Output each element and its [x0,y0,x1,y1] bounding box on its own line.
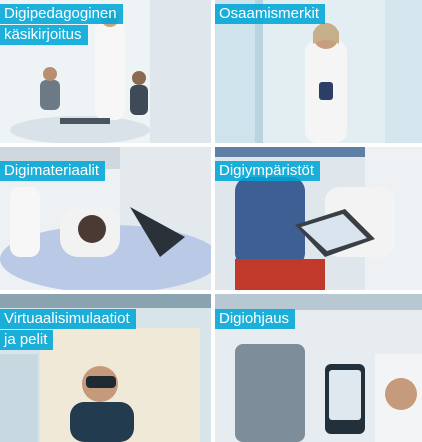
tile-label-line: Digipedagoginen [0,4,123,24]
tile-digiymparistot[interactable]: Digiympäristöt [215,147,422,290]
tile-label: Digipedagoginen käsikirjoitus [0,4,123,45]
tile-digimateriaalit[interactable]: Digimateriaalit [0,147,211,290]
tile-label: Virtuaalisimulaatiot ja pelit [0,309,136,350]
tile-label-line: Digimateriaalit [0,161,106,181]
tile-label-line: Digiohjaus [215,309,296,329]
tile-label-line: ja pelit [0,330,54,350]
tile-label: Digiympäristöt [215,161,321,181]
tile-digiohjaus[interactable]: Digiohjaus [215,294,422,442]
tile-osaamismerkit[interactable]: Osaamismerkit [215,0,422,143]
tile-label: Digiohjaus [215,309,296,329]
tile-label-line: Osaamismerkit [215,4,326,24]
tile-label: Osaamismerkit [215,4,326,24]
tile-virtuaalisimulaatiot-ja-pelit[interactable]: Virtuaalisimulaatiot ja pelit [0,294,211,442]
topic-tile-grid: Digipedagoginen käsikirjoitus Osaamismer… [0,0,422,442]
tile-label: Digimateriaalit [0,161,106,181]
tile-label-line: Virtuaalisimulaatiot [0,309,136,329]
tile-digipedagoginen-kasikirjoitus[interactable]: Digipedagoginen käsikirjoitus [0,0,211,143]
tile-label-line: käsikirjoitus [0,25,88,45]
tile-label-line: Digiympäristöt [215,161,321,181]
